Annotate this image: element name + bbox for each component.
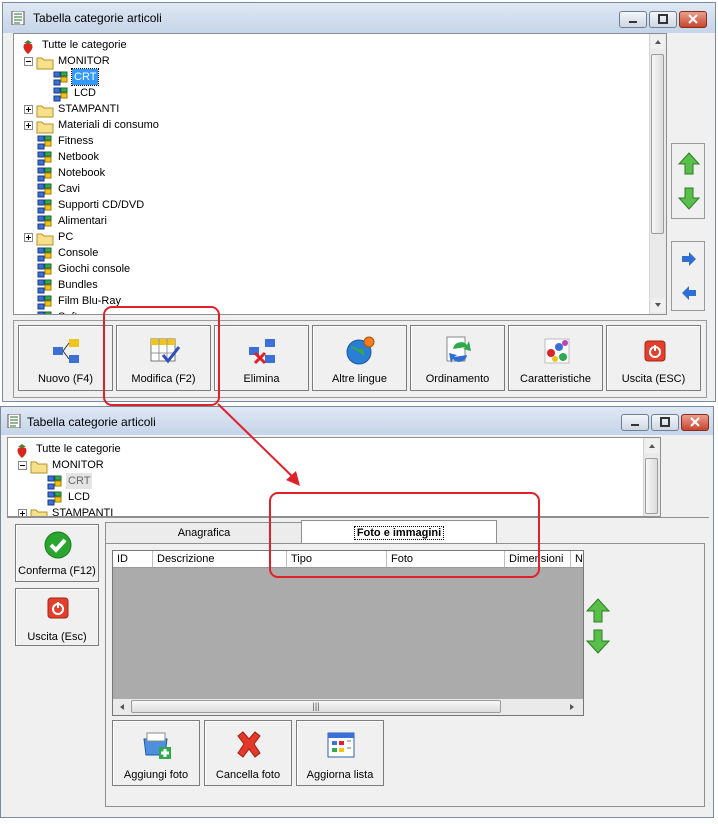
- annotation-arrow: [217, 403, 300, 486]
